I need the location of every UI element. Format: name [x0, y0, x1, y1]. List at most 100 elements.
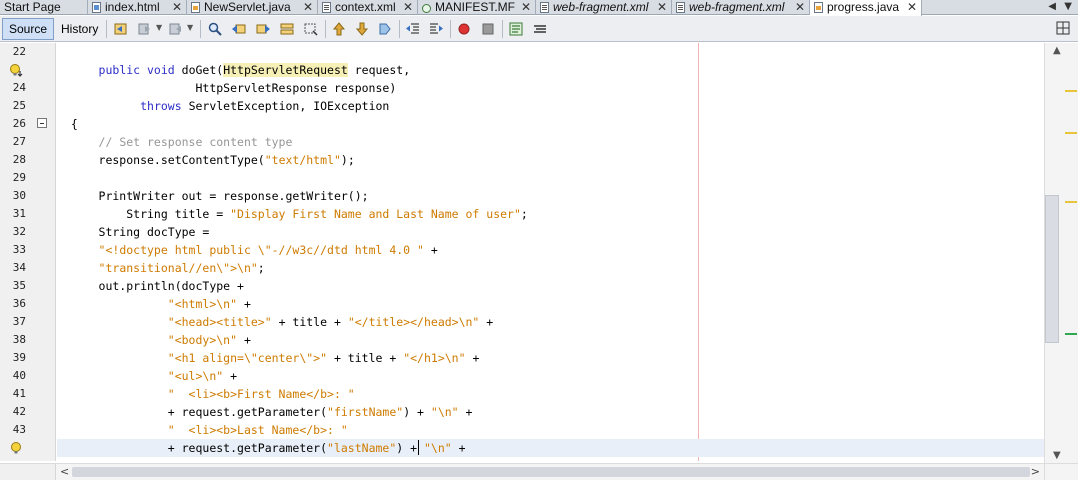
back-icon[interactable]: [137, 21, 153, 37]
horizontal-scroll-thumb[interactable]: [72, 467, 1030, 477]
error-stripe-ok-mark[interactable]: [1065, 333, 1077, 335]
line-number[interactable]: 22: [0, 43, 26, 61]
code-line[interactable]: // Set response content type: [57, 133, 1044, 151]
code-line[interactable]: "<ul>\n" +: [57, 367, 1044, 385]
tab-scroll-left-icon[interactable]: ◀: [1048, 0, 1056, 14]
line-number[interactable]: 26: [0, 115, 26, 133]
close-tab-icon[interactable]: ✕: [303, 0, 313, 14]
code-fold-collapse-icon[interactable]: [37, 118, 47, 128]
override-hint-icon[interactable]: [9, 63, 23, 77]
code-line[interactable]: public void doGet(HttpServletRequest req…: [57, 61, 1044, 79]
comment-icon[interactable]: [508, 21, 524, 37]
code-line[interactable]: out.println(docType +: [57, 277, 1044, 295]
code-line[interactable]: PrintWriter out = response.getWriter();: [57, 187, 1044, 205]
shift-line-right-icon[interactable]: [428, 21, 444, 37]
error-stripe-warning-mark[interactable]: [1065, 201, 1077, 203]
code-line[interactable]: "<h1 align=\"center\">" + title + "</h1>…: [57, 349, 1044, 367]
next-bookmark-icon[interactable]: [354, 21, 370, 37]
line-number[interactable]: 34: [0, 259, 26, 277]
editor-tab[interactable]: index.html ✕: [88, 0, 187, 15]
lightbulb-hint-icon[interactable]: [9, 441, 23, 455]
code-line[interactable]: String title = "Display First Name and L…: [57, 205, 1044, 223]
code-line[interactable]: "<head><title>" + title + "</title></hea…: [57, 313, 1044, 331]
code-line[interactable]: "transitional//en\">\n";: [57, 259, 1044, 277]
code-line[interactable]: {: [57, 115, 1044, 133]
close-tab-icon[interactable]: ✕: [521, 0, 531, 14]
forward-icon[interactable]: [168, 21, 184, 37]
find-next-icon[interactable]: [255, 21, 271, 37]
code-text-area[interactable]: public void doGet(HttpServletRequest req…: [57, 43, 1044, 461]
previous-bookmark-icon[interactable]: [331, 21, 347, 37]
close-tab-icon[interactable]: ✕: [907, 0, 917, 14]
history-mode-button[interactable]: History: [54, 18, 105, 40]
code-line[interactable]: " <li><b>First Name</b>: ": [57, 385, 1044, 403]
scroll-left-arrow-icon[interactable]: <: [60, 465, 69, 478]
vertical-scroll-thumb[interactable]: [1045, 195, 1059, 343]
scroll-right-arrow-icon[interactable]: >: [1031, 465, 1040, 478]
editor-tab[interactable]: web-fragment.xml ✕: [536, 0, 672, 15]
error-stripe-warning-mark[interactable]: [1065, 90, 1077, 92]
uncomment-icon[interactable]: [532, 21, 548, 37]
code-line[interactable]: HttpServletResponse response): [57, 79, 1044, 97]
back-dropdown-icon[interactable]: ▼: [156, 23, 162, 32]
toggle-highlight-search-icon[interactable]: [279, 21, 295, 37]
line-number[interactable]: 35: [0, 277, 26, 295]
line-number[interactable]: 40: [0, 367, 26, 385]
line-number[interactable]: 27: [0, 133, 26, 151]
line-number[interactable]: 39: [0, 349, 26, 367]
find-previous-icon[interactable]: [231, 21, 247, 37]
editor-tab[interactable]: Start Page: [0, 0, 88, 15]
code-line[interactable]: "<!doctype html public \"-//w3c//dtd htm…: [57, 241, 1044, 259]
scroll-down-arrow-icon[interactable]: ▼: [1053, 450, 1061, 461]
editor-tab[interactable]: progress.java ✕: [810, 0, 922, 16]
editor-tab[interactable]: NewServlet.java ✕: [187, 0, 318, 15]
code-line[interactable]: String docType =: [57, 223, 1044, 241]
editor-tab[interactable]: context.xml ✕: [318, 0, 418, 15]
code-line[interactable]: response.setContentType("text/html");: [57, 151, 1044, 169]
line-number[interactable]: 41: [0, 385, 26, 403]
error-stripe-warning-mark[interactable]: [1065, 132, 1077, 134]
line-number[interactable]: 25: [0, 97, 26, 115]
code-line[interactable]: [57, 169, 1044, 187]
toggle-bookmark-icon[interactable]: [377, 21, 393, 37]
line-number[interactable]: 43: [0, 421, 26, 439]
close-tab-icon[interactable]: ✕: [172, 0, 182, 14]
line-number[interactable]: 37: [0, 313, 26, 331]
line-number[interactable]: 38: [0, 331, 26, 349]
line-number[interactable]: 30: [0, 187, 26, 205]
code-line[interactable]: "<html>\n" +: [57, 295, 1044, 313]
code-line[interactable]: " <li><b>Last Name</b>: ": [57, 421, 1044, 439]
source-mode-button[interactable]: Source: [2, 18, 55, 40]
find-selection-icon[interactable]: [207, 21, 223, 37]
line-number[interactable]: 31: [0, 205, 26, 223]
tab-list-dropdown-icon[interactable]: ▼: [1064, 0, 1072, 14]
line-number[interactable]: 33: [0, 241, 26, 259]
toggle-rectangular-selection-icon[interactable]: [303, 21, 319, 37]
start-macro-recording-icon[interactable]: [456, 21, 472, 37]
editor-tab[interactable]: MANIFEST.MF ✕: [418, 0, 536, 15]
code-line[interactable]: [57, 43, 1044, 61]
close-tab-icon[interactable]: ✕: [795, 0, 805, 14]
line-number[interactable]: 29: [0, 169, 26, 187]
code-line[interactable]: throws ServletException, IOException: [57, 97, 1044, 115]
scroll-up-arrow-icon[interactable]: ▲: [1053, 45, 1061, 56]
line-number[interactable]: 24: [0, 79, 26, 97]
line-number[interactable]: 32: [0, 223, 26, 241]
close-tab-icon[interactable]: ✕: [403, 0, 413, 14]
line-number[interactable]: 42: [0, 403, 26, 421]
line-number[interactable]: 28: [0, 151, 26, 169]
editor-tab[interactable]: web-fragment.xml ✕: [672, 0, 810, 15]
line-number-gutter[interactable]: 22 24 25 26 27 28 29 30 31 32 33 34 35 36 37 38 39 40 41 42…: [0, 43, 56, 461]
code-line[interactable]: + request.getParameter("lastName") + "\n…: [57, 439, 1044, 457]
code-line[interactable]: + request.getParameter("firstName") + "\…: [57, 403, 1044, 421]
last-edit-icon[interactable]: [113, 21, 129, 37]
stop-macro-recording-icon[interactable]: [480, 21, 496, 37]
horizontal-scrollbar[interactable]: < >: [56, 463, 1044, 480]
code-editor[interactable]: 22 24 25 26 27 28 29 30 31 32 33 34 35 36 37 38 39 40 41 42…: [0, 43, 1078, 463]
toolbar-expand-icon[interactable]: [1056, 21, 1070, 35]
code-line[interactable]: "<body>\n" +: [57, 331, 1044, 349]
shift-line-left-icon[interactable]: [405, 21, 421, 37]
forward-dropdown-icon[interactable]: ▼: [187, 23, 193, 32]
close-tab-icon[interactable]: ✕: [657, 0, 667, 14]
vertical-scrollbar[interactable]: ▲ ▼: [1044, 43, 1078, 463]
